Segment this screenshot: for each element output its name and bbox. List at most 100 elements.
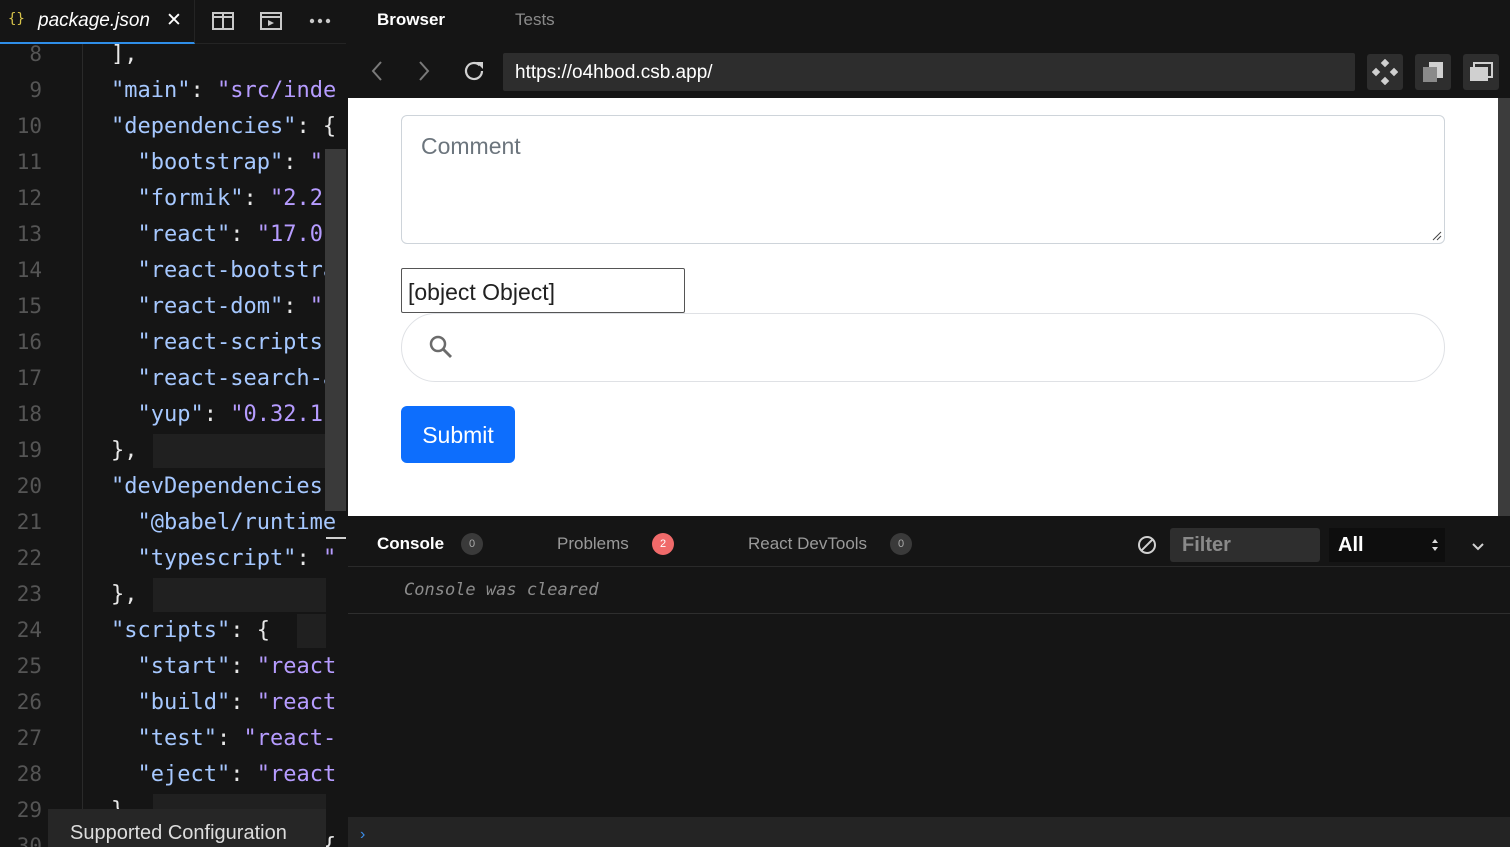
code-token: : bbox=[243, 186, 270, 211]
code-line: "react": "17.0 bbox=[111, 222, 323, 247]
bracket-highlight bbox=[297, 614, 326, 648]
code-token: "react-search-a bbox=[111, 366, 337, 391]
problems-count-badge: 2 bbox=[652, 533, 674, 555]
code-line: "typescript": " bbox=[111, 546, 336, 571]
line-number: 14 bbox=[16, 258, 42, 282]
code-line: "yup": "0.32.1 bbox=[111, 402, 323, 427]
code-line: "main": "src/inde bbox=[111, 78, 336, 103]
code-token: "formik" bbox=[111, 186, 244, 211]
code-token: : bbox=[230, 762, 257, 787]
tab-react-devtools[interactable]: React DevTools bbox=[748, 534, 867, 554]
split-editor-icon[interactable] bbox=[210, 9, 236, 33]
code-token: "eject" bbox=[111, 762, 231, 787]
line-number: 30 bbox=[16, 834, 42, 847]
browser-navbar: https://o4hbod.csb.app/ bbox=[348, 44, 1510, 98]
line-number: 21 bbox=[16, 510, 42, 534]
line-number: 19 bbox=[16, 438, 42, 462]
code-token: : bbox=[296, 546, 323, 571]
code-token: "17.0 bbox=[256, 222, 323, 247]
open-preview-icon[interactable] bbox=[258, 9, 284, 33]
code-token: "react-dom" bbox=[111, 294, 284, 319]
code-line: "build": "react bbox=[111, 690, 336, 715]
search-input[interactable] bbox=[401, 313, 1445, 382]
comment-textarea[interactable]: Comment bbox=[401, 115, 1445, 244]
code-token: : bbox=[216, 726, 244, 751]
code-token: "react bbox=[256, 690, 337, 715]
code-line: "@babel/runtime bbox=[111, 510, 336, 535]
tab-console[interactable]: Console bbox=[377, 534, 444, 554]
submit-button[interactable]: Submit bbox=[401, 406, 515, 463]
console-input[interactable]: › bbox=[348, 817, 1510, 847]
code-token: : { bbox=[230, 618, 270, 643]
comment-placeholder: Comment bbox=[421, 133, 521, 159]
code-token: "react-scripts" bbox=[111, 330, 337, 355]
code-token: "react" bbox=[111, 222, 231, 247]
tab-package-json[interactable]: {} package.json ✕ bbox=[0, 0, 195, 44]
line-number: 9 bbox=[29, 78, 42, 102]
console-count-badge: 0 bbox=[461, 533, 483, 555]
code-line: }, bbox=[111, 438, 138, 463]
code-token: "2.2 bbox=[269, 186, 323, 211]
line-number: 23 bbox=[16, 582, 42, 606]
console-tab-bar: Console 0 Problems 2 React DevTools 0 Fi… bbox=[348, 523, 1510, 567]
code-line: "bootstrap": " bbox=[111, 150, 322, 175]
tab-browser[interactable]: Browser bbox=[377, 10, 445, 30]
line-number: 13 bbox=[16, 222, 42, 246]
code-line: "scripts": { bbox=[111, 618, 270, 643]
tab-tests[interactable]: Tests bbox=[515, 10, 555, 30]
editor-scrollbar[interactable] bbox=[325, 149, 346, 511]
back-icon[interactable] bbox=[370, 60, 384, 87]
code-token: : bbox=[190, 78, 217, 103]
line-number: 18 bbox=[16, 402, 42, 426]
resize-grip-icon[interactable] bbox=[1432, 231, 1442, 241]
code-line: "react-bootstra bbox=[111, 258, 336, 283]
code-token: "test" bbox=[111, 726, 217, 751]
log-level-select[interactable]: All bbox=[1329, 528, 1445, 562]
code-token: "bootstrap" bbox=[111, 150, 284, 175]
code-token: : { bbox=[296, 114, 337, 139]
editor-tab-bar: {} package.json ✕ bbox=[0, 0, 346, 44]
code-token: "main" bbox=[111, 78, 191, 103]
bracket-highlight bbox=[153, 434, 326, 468]
browser-tab-bar: Browser Tests bbox=[348, 0, 1510, 40]
code-token: "react bbox=[256, 762, 337, 787]
line-number: 15 bbox=[16, 294, 42, 318]
line-number: 20 bbox=[16, 474, 42, 498]
code-token: }, bbox=[111, 582, 138, 607]
code-line: }, bbox=[111, 582, 138, 607]
tooltip: Supported Configuration bbox=[48, 809, 326, 847]
url-text: https://o4hbod.csb.app/ bbox=[515, 62, 713, 83]
line-number: 10 bbox=[16, 114, 42, 138]
log-level-value: All bbox=[1338, 534, 1364, 556]
cursor-indicator bbox=[326, 537, 346, 539]
code-editor[interactable]: {} package.json ✕ 8], 9 "main": "src/inde 1… bbox=[0, 0, 346, 847]
codesandbox-icon[interactable] bbox=[1367, 54, 1403, 90]
url-input[interactable]: https://o4hbod.csb.app/ bbox=[503, 53, 1355, 91]
open-new-window-icon[interactable] bbox=[1415, 54, 1451, 90]
filter-input[interactable]: Filter bbox=[1170, 528, 1320, 562]
filter-placeholder: Filter bbox=[1182, 534, 1231, 556]
indent-guide bbox=[82, 44, 83, 847]
code-token: " bbox=[322, 546, 337, 571]
code-token: "build" bbox=[111, 690, 231, 715]
tooltip-text: Supported Configuration bbox=[70, 822, 287, 844]
code-area[interactable]: 8], 9 "main": "src/inde 10 "dependencies": {… bbox=[0, 42, 346, 847]
forward-icon[interactable] bbox=[417, 60, 431, 87]
close-icon[interactable]: ✕ bbox=[166, 9, 182, 32]
chevron-down-icon[interactable] bbox=[1472, 538, 1484, 556]
tab-problems[interactable]: Problems bbox=[557, 534, 629, 554]
browser-panel: Browser Tests https://o4hbod.csb.app/ Co… bbox=[348, 0, 1510, 847]
object-input[interactable]: [object Object] bbox=[401, 268, 685, 313]
code-line: "start": "react bbox=[111, 654, 336, 679]
tab-label: package.json bbox=[38, 10, 150, 31]
refresh-icon[interactable] bbox=[462, 59, 486, 88]
code-token: "0.32.1 bbox=[230, 402, 323, 427]
console-prompt: › bbox=[360, 826, 366, 843]
code-token: : bbox=[230, 690, 257, 715]
clear-console-icon[interactable] bbox=[1137, 535, 1157, 560]
more-icon[interactable] bbox=[307, 9, 333, 33]
preview-scrollbar[interactable] bbox=[1498, 98, 1510, 516]
code-token: " bbox=[309, 294, 323, 319]
code-token: "src/inde bbox=[216, 78, 337, 103]
restore-window-icon[interactable] bbox=[1463, 54, 1499, 90]
